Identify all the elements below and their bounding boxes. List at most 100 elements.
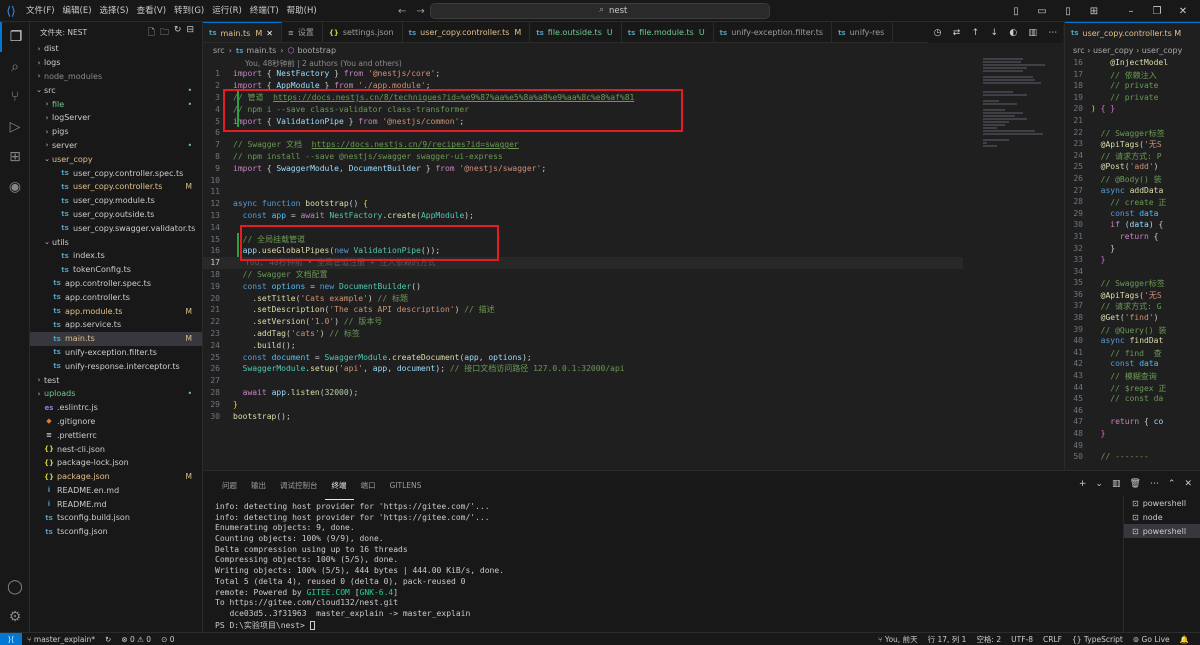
panel-tab[interactable]: GITLENS	[383, 471, 429, 500]
new-file-icon[interactable]: 🗋	[148, 25, 155, 41]
go-forward-change-icon[interactable]: ↓	[990, 28, 998, 38]
indentation-status[interactable]: 空格: 2	[971, 634, 1006, 645]
language-mode[interactable]: {} TypeScript	[1067, 635, 1128, 644]
restore-button[interactable]: ❐	[1144, 6, 1170, 17]
more-actions-icon[interactable]: ⋯	[1048, 28, 1057, 38]
notifications-bell-icon[interactable]: 🔔	[1175, 635, 1194, 644]
explorer-icon[interactable]: ❐	[0, 22, 30, 52]
folder-item[interactable]: › logServer	[30, 111, 202, 125]
open-changes-icon[interactable]: ◐	[1009, 28, 1017, 38]
cursor-position[interactable]: 行 17, 列 1	[923, 634, 972, 645]
file-item[interactable]: ts user_copy.module.ts	[30, 194, 202, 208]
editor-tab[interactable]: ts unify-res	[832, 22, 894, 42]
collapse-all-icon[interactable]: ⊟	[186, 25, 194, 41]
folder-item[interactable]: › file •	[30, 97, 202, 111]
branch-status[interactable]: ⑂ master_explain*	[22, 635, 100, 644]
editor-tab[interactable]: ts unify-exception.filter.ts	[714, 22, 833, 42]
code-editor[interactable]: You, 48秒钟前 | 2 authors (You and others) …	[203, 58, 1063, 470]
menu-item[interactable]: 文件(F)	[22, 0, 59, 22]
editor-scrollbar[interactable]	[1052, 58, 1062, 470]
new-folder-icon[interactable]: 🗀	[160, 25, 169, 41]
go-live-button[interactable]: ⊚ Go Live	[1128, 635, 1175, 644]
manage-gear-icon[interactable]: ⚙	[0, 602, 30, 632]
panel-tab[interactable]: 终端	[324, 471, 354, 500]
file-item[interactable]: ts user_copy.controller.ts M	[30, 180, 202, 194]
folder-item[interactable]: › dist	[30, 42, 202, 56]
file-item[interactable]: ts index.ts	[30, 249, 202, 263]
command-center-search[interactable]: ⌕ nest	[430, 3, 770, 19]
close-panel-icon[interactable]: ✕	[1184, 479, 1192, 489]
more-actions-icon[interactable]: ⋯	[1150, 479, 1159, 489]
menu-item[interactable]: 帮助(H)	[283, 0, 321, 22]
terminal-output[interactable]: info: detecting host provider for 'https…	[215, 502, 1115, 630]
go-back-change-icon[interactable]: ↑	[972, 28, 980, 38]
file-item[interactable]: ts unify-exception.filter.ts	[30, 346, 202, 360]
breadcrumb-src[interactable]: src	[213, 46, 225, 55]
folder-item[interactable]: › logs	[30, 56, 202, 70]
file-item[interactable]: es .eslintrc.js	[30, 401, 202, 415]
encoding-status[interactable]: UTF-8	[1006, 635, 1038, 644]
folder-item[interactable]: › test	[30, 373, 202, 387]
remote-explorer-icon[interactable]: ◉	[0, 172, 30, 202]
file-item[interactable]: ts tsconfig.build.json	[30, 511, 202, 525]
file-item[interactable]: i README.en.md	[30, 484, 202, 498]
accounts-icon[interactable]: ◯	[0, 572, 30, 602]
split-editor-icon[interactable]: ▥	[1028, 28, 1037, 38]
extensions-icon[interactable]: ⊞	[0, 142, 30, 172]
file-item[interactable]: ts app.module.ts M	[30, 304, 202, 318]
menu-item[interactable]: 选择(S)	[96, 0, 133, 22]
close-button[interactable]: ✕	[1170, 6, 1196, 17]
split-editor-right[interactable]: ts user_copy.controller.ts M src › user_…	[1064, 22, 1200, 470]
minimize-button[interactable]: –	[1118, 6, 1144, 17]
ports-status[interactable]: ⊙ 0	[156, 635, 179, 644]
breadcrumb-symbol[interactable]: bootstrap	[297, 46, 336, 55]
file-item[interactable]: i README.md	[30, 497, 202, 511]
panel-tab[interactable]: 端口	[354, 471, 383, 500]
git-compare-icon[interactable]: ⇄	[953, 28, 961, 38]
new-terminal-icon[interactable]: +	[1079, 479, 1087, 489]
file-item[interactable]: ts tsconfig.json	[30, 525, 202, 539]
problems-status[interactable]: ⊗ 0 ⚠ 0	[116, 635, 156, 644]
terminal-instance[interactable]: ⊡ powershell	[1124, 496, 1200, 510]
folder-item[interactable]: ⌄ src •	[30, 83, 202, 97]
menu-item[interactable]: 编辑(E)	[59, 0, 96, 22]
file-item[interactable]: {} package.json M	[30, 470, 202, 484]
editor-tab[interactable]: ts main.ts M ✕	[203, 22, 282, 42]
toggle-panel-icon[interactable]: ▭	[1029, 6, 1055, 17]
refresh-icon[interactable]: ↻	[174, 25, 182, 41]
close-tab-icon[interactable]: ✕	[266, 29, 273, 38]
minimap[interactable]	[983, 58, 1045, 158]
toggle-sidebar-icon[interactable]: ▯	[1003, 6, 1029, 17]
sync-icon[interactable]: ↻	[100, 635, 116, 644]
blame-status[interactable]: ⑂ You, 前天	[873, 634, 923, 645]
kill-terminal-icon[interactable]: 🗑	[1129, 479, 1140, 489]
right-breadcrumb[interactable]: src › user_copy › user_copy	[1065, 43, 1200, 58]
source-control-icon[interactable]: ⑂	[0, 82, 30, 112]
file-item[interactable]: ◆ .gitignore	[30, 415, 202, 429]
editor-tab[interactable]: ts file.module.ts U	[622, 22, 714, 42]
file-item[interactable]: ts tokenConfig.ts	[30, 263, 202, 277]
folder-item[interactable]: › pigs	[30, 125, 202, 139]
editor-tab[interactable]: ≡ 设置	[282, 22, 323, 42]
file-item[interactable]: ts unify-response.interceptor.ts	[30, 359, 202, 373]
file-item[interactable]: ts user_copy.controller.spec.ts	[30, 166, 202, 180]
menu-item[interactable]: 终端(T)	[246, 0, 283, 22]
timeline-icon[interactable]: ◷	[934, 28, 942, 38]
breadcrumb-file[interactable]: main.ts	[246, 46, 276, 55]
panel-tab[interactable]: 输出	[244, 471, 273, 500]
terminal-dropdown-icon[interactable]: ⌄	[1095, 479, 1103, 489]
menu-item[interactable]: 运行(R)	[208, 0, 246, 22]
folder-item[interactable]: › server •	[30, 139, 202, 153]
folder-item[interactable]: › uploads •	[30, 387, 202, 401]
file-item[interactable]: {} package-lock.json	[30, 456, 202, 470]
maximize-panel-icon[interactable]: ⌃	[1168, 479, 1176, 489]
forward-arrow-icon[interactable]: →	[411, 6, 429, 17]
terminal-instance[interactable]: ⊡ node	[1124, 510, 1200, 524]
folder-item[interactable]: ⌄ user_copy	[30, 152, 202, 166]
editor-tab[interactable]: {} settings.json	[323, 22, 403, 42]
file-item[interactable]: {} nest-cli.json	[30, 442, 202, 456]
panel-tab[interactable]: 问题	[215, 471, 244, 500]
file-item[interactable]: ts app.controller.ts	[30, 290, 202, 304]
editor-tab[interactable]: ts user_copy.controller.ts M	[403, 22, 531, 42]
eol-status[interactable]: CRLF	[1038, 635, 1067, 644]
